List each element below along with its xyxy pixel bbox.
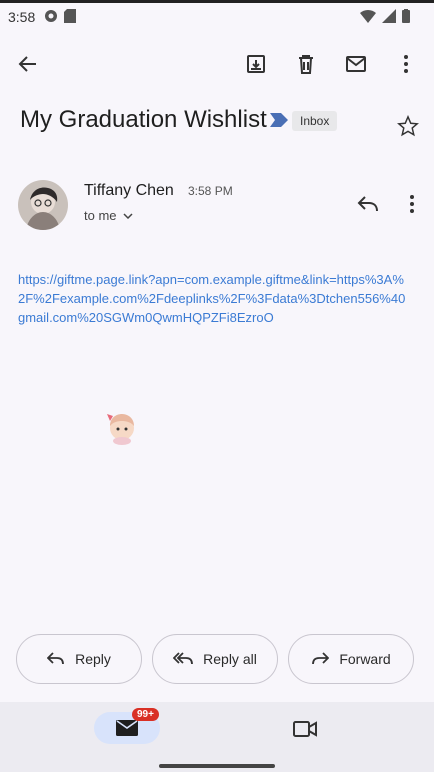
reply-button[interactable]: Reply	[16, 634, 142, 684]
mark-unread-icon[interactable]	[342, 50, 370, 78]
avatar[interactable]	[18, 180, 68, 230]
email-subject: My Graduation Wishlist	[20, 106, 267, 133]
settings-icon	[44, 9, 58, 23]
reply-icon	[47, 652, 65, 666]
more-vert-icon[interactable]	[400, 192, 424, 216]
sender-header: Tiffany Chen 3:58 PM to me	[18, 180, 418, 236]
back-arrow-icon[interactable]	[14, 50, 42, 78]
battery-icon	[402, 9, 410, 23]
status-time: 3:58	[8, 9, 36, 25]
bottom-navigation: 99+	[0, 702, 434, 772]
meet-video-icon[interactable]	[292, 716, 318, 742]
reply-icon[interactable]	[356, 192, 380, 216]
sim-card-icon	[64, 9, 76, 23]
sticker-image	[104, 410, 140, 446]
status-bar: 3:58	[0, 3, 434, 31]
reply-all-icon	[173, 652, 194, 666]
important-marker-icon[interactable]	[270, 113, 288, 132]
recipient-label: to me	[84, 208, 117, 223]
forward-button[interactable]: Forward	[288, 634, 414, 684]
signal-icon	[382, 9, 396, 23]
reply-all-button[interactable]: Reply all	[152, 634, 278, 684]
forward-icon	[311, 652, 330, 666]
recipient-dropdown[interactable]: to me	[84, 208, 133, 223]
reply-all-label: Reply all	[203, 651, 257, 667]
forward-label: Forward	[339, 651, 391, 667]
home-indicator[interactable]	[159, 764, 275, 768]
mail-icon	[116, 720, 138, 736]
sent-time: 3:58 PM	[188, 184, 233, 198]
subject-row: My Graduation Wishlist Inbox	[20, 104, 420, 138]
star-icon[interactable]	[396, 114, 420, 138]
archive-icon[interactable]	[242, 50, 270, 78]
wifi-icon	[360, 9, 376, 23]
email-body-link[interactable]: https://giftme.page.link?apn=com.example…	[18, 270, 408, 327]
reply-actions: Reply Reply all Forward	[16, 634, 418, 686]
sender-name[interactable]: Tiffany Chen	[84, 182, 174, 200]
more-vert-icon[interactable]	[392, 50, 420, 78]
delete-icon[interactable]	[292, 50, 320, 78]
inbox-label-chip[interactable]: Inbox	[292, 111, 338, 131]
reply-label: Reply	[75, 651, 111, 667]
chevron-down-icon	[122, 212, 133, 219]
email-toolbar	[0, 46, 434, 82]
unread-count-badge: 99+	[132, 708, 159, 721]
